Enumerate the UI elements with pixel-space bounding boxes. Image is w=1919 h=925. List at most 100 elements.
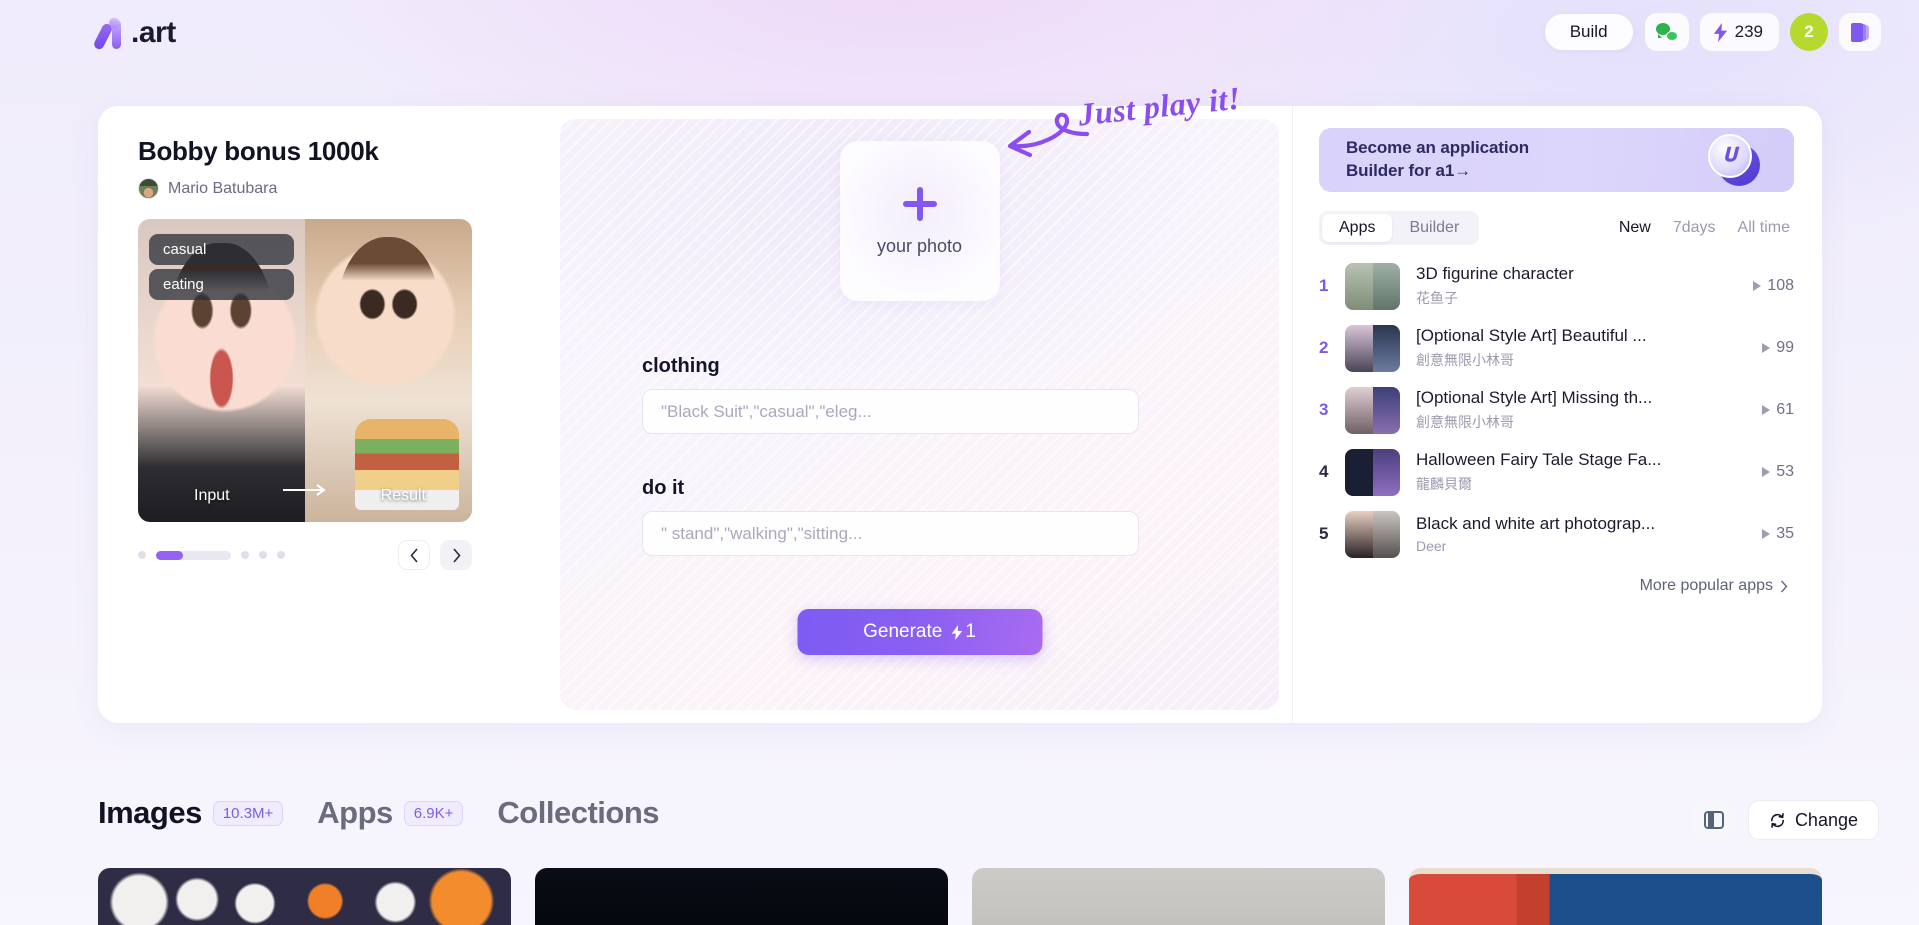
list-item-meta: [Optional Style Art] Beautiful ... 創意無限小… [1416, 326, 1732, 370]
book-icon [1850, 22, 1870, 42]
tab-builder[interactable]: Builder [1392, 214, 1476, 242]
carousel-dot[interactable] [138, 551, 146, 559]
tab-images[interactable]: Images 10.3M+ [98, 795, 284, 831]
tag-chip-clothing: casual [149, 234, 294, 265]
play-count: 53 [1732, 463, 1794, 481]
logo[interactable]: .art [92, 15, 176, 51]
generate-button[interactable]: Generate 1 [797, 609, 1042, 655]
top-header: .art Build 239 2 [0, 0, 1919, 62]
app-title: 3D figurine character [1416, 264, 1574, 283]
filter-new[interactable]: New [1619, 219, 1651, 237]
library-button[interactable] [1839, 13, 1881, 51]
gallery-actions: Change [1692, 800, 1879, 840]
app-author: 花鱼子 [1416, 290, 1458, 306]
result-label: Result [380, 487, 426, 504]
generate-cost: 1 [951, 621, 976, 643]
gallery-item[interactable] [535, 868, 948, 925]
play-icon [1762, 467, 1771, 477]
gallery-item[interactable] [972, 868, 1385, 925]
play-count: 35 [1732, 525, 1794, 543]
more-popular-apps-label: More popular apps [1639, 577, 1773, 594]
list-item[interactable]: 3 [Optional Style Art] Missing th... 創意無… [1319, 379, 1794, 441]
thumbnail [1345, 510, 1400, 558]
list-item-meta: 3D figurine character 花鱼子 [1416, 264, 1732, 308]
carousel-dot[interactable] [259, 551, 267, 559]
page-title: Bobby bonus 1000k [138, 136, 379, 166]
carousel-prev-button[interactable] [398, 540, 430, 570]
filter-all-time[interactable]: All time [1738, 219, 1790, 237]
carousel-dots[interactable] [138, 550, 285, 560]
builder-promo-banner[interactable]: Become an application Builder for a1→ 𝐔 [1319, 128, 1794, 192]
tab-apps-label: Apps [317, 795, 393, 830]
do-it-input[interactable] [642, 511, 1139, 556]
thumbnail [1345, 324, 1400, 372]
carousel-dot[interactable] [241, 551, 249, 559]
preview-image[interactable]: casual eating Input Result [138, 219, 472, 522]
play-icon [1753, 281, 1762, 291]
gallery-item[interactable] [98, 868, 511, 925]
carousel-dot-active[interactable] [156, 550, 231, 560]
tab-collections[interactable]: Collections [497, 795, 659, 831]
build-button[interactable]: Build [1543, 13, 1634, 51]
filter-7days[interactable]: 7days [1673, 219, 1716, 237]
clothing-input[interactable] [642, 389, 1139, 434]
author-row[interactable]: Mario Batubara [138, 178, 518, 199]
more-popular-apps-link[interactable]: More popular apps [1319, 577, 1794, 595]
tab-apps[interactable]: Apps 6.9K+ [317, 795, 464, 831]
tab-collections-label: Collections [497, 795, 660, 830]
generate-label: Generate [863, 621, 943, 642]
thumbnail [1345, 448, 1400, 496]
header-actions: Build 239 2 [1543, 13, 1881, 51]
logo-text: .art [131, 16, 176, 49]
credits-button[interactable]: 239 [1699, 13, 1779, 51]
carousel-next-button[interactable] [440, 540, 472, 570]
list-item[interactable]: 5 Black and white art photograp... Deer … [1319, 503, 1794, 565]
generator-panel: your photo clothing do it Generate 1 [560, 119, 1279, 710]
clothing-label: clothing [642, 355, 720, 377]
chevron-right-icon [452, 547, 461, 563]
play-count: 108 [1732, 277, 1794, 295]
play-count: 99 [1732, 339, 1794, 357]
panel-segmented-tabs: Apps Builder [1319, 211, 1480, 245]
rank-number: 4 [1319, 462, 1329, 481]
tab-apps[interactable]: Apps [1322, 214, 1393, 242]
refresh-icon [1770, 812, 1784, 828]
thumbnail [1345, 262, 1400, 310]
list-item[interactable]: 2 [Optional Style Art] Beautiful ... 創意無… [1319, 317, 1794, 379]
list-item[interactable]: 1 3D figurine character 花鱼子 108 [1319, 255, 1794, 317]
coin-icon: 𝐔 [1708, 134, 1760, 186]
play-icon [1762, 529, 1771, 539]
user-avatar[interactable]: 2 [1790, 13, 1828, 51]
panel-filters: New 7days All time [1619, 219, 1794, 237]
app-title: Halloween Fairy Tale Stage Fa... [1416, 450, 1662, 469]
photo-upload-dropzone[interactable]: your photo [839, 141, 1000, 301]
transform-arrow-icon [283, 484, 326, 496]
layout-toggle-button[interactable] [1692, 800, 1735, 840]
tab-images-label: Images [98, 795, 202, 830]
upload-label: your photo [876, 236, 963, 256]
rank-number: 5 [1319, 524, 1329, 543]
app-root: .art Build 239 2 Bobby bonus 1000k Mario… [0, 0, 1919, 925]
app-author: Deer [1416, 538, 1447, 554]
play-icon [1762, 343, 1771, 353]
rank-number: 3 [1319, 400, 1329, 419]
change-label: Change [1794, 809, 1858, 830]
gallery-item[interactable] [1409, 868, 1822, 925]
tab-apps-count: 6.9K+ [403, 800, 464, 826]
wechat-button[interactable] [1644, 13, 1689, 51]
list-item-meta: Halloween Fairy Tale Stage Fa... 龍麟貝爾 [1416, 450, 1732, 494]
app-title: [Optional Style Art] Missing th... [1416, 388, 1653, 407]
list-item-meta: Black and white art photograp... Deer [1416, 514, 1732, 554]
list-item[interactable]: 4 Halloween Fairy Tale Stage Fa... 龍麟貝爾 … [1319, 441, 1794, 503]
app-title: [Optional Style Art] Beautiful ... [1416, 326, 1647, 345]
change-button[interactable]: Change [1747, 800, 1879, 840]
play-count-value: 108 [1767, 277, 1794, 294]
carousel-dot[interactable] [277, 551, 285, 559]
thumbnail [1345, 386, 1400, 434]
rank-number: 2 [1319, 338, 1329, 357]
play-count-value: 35 [1776, 525, 1794, 542]
promo-text: Become an application Builder for a1→ [1346, 138, 1530, 180]
main-card: Bobby bonus 1000k Mario Batubara casual … [98, 106, 1822, 723]
play-count: 61 [1732, 401, 1794, 419]
chevron-right-icon [1780, 579, 1788, 593]
